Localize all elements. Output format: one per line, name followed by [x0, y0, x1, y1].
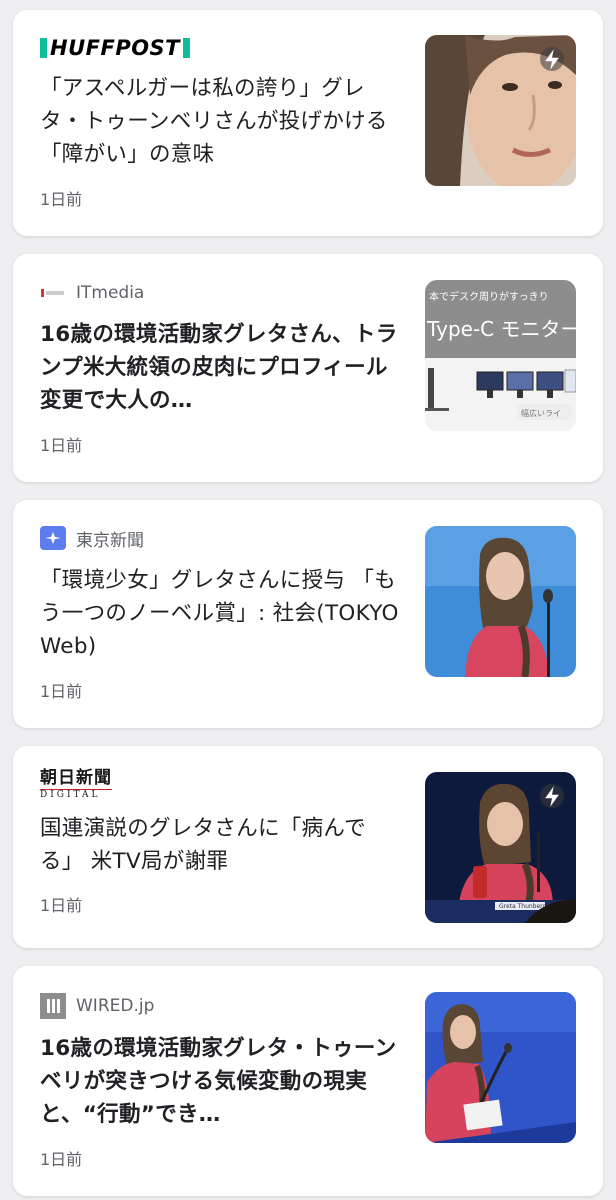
source-huffpost: HUFFPOST	[40, 34, 191, 62]
source-asahi: 朝日新聞 DIGITAL	[40, 768, 112, 802]
source-wired: WIRED.jp	[40, 992, 154, 1020]
source-name: WIRED.jp	[76, 996, 155, 1016]
article-time: 1日前	[40, 1150, 83, 1169]
article-headline[interactable]: 「アスペルガーは私の誇り」グレタ・トゥーンベリさんが投げかける「障がい」の意味	[40, 72, 400, 171]
huffpost-logo: HUFFPOST	[40, 36, 191, 60]
source-name: ITmedia	[76, 283, 145, 303]
article-thumbnail[interactable]: 本でデスク周りがすっきり Type-C モニター 幅広いライ	[425, 280, 576, 431]
tokyo-shimbun-logo	[40, 526, 66, 550]
article-card-tokyo[interactable]: 東京新聞 「環境少女」グレタさんに授与 「もう一つのノーベル賞」: 社会(TOK…	[13, 500, 603, 728]
article-headline[interactable]: 16歳の環境活動家グレタ・トゥーンベリが突きつける気候変動の現実と、“行動”でき…	[40, 1032, 400, 1131]
source-itmedia: ITmedia	[40, 279, 144, 307]
article-thumbnail[interactable]	[425, 992, 576, 1143]
article-time: 1日前	[40, 896, 83, 915]
source-tokyo: 東京新聞	[40, 524, 144, 552]
article-time: 1日前	[40, 436, 83, 455]
article-time: 1日前	[40, 682, 83, 701]
article-thumbnail[interactable]	[425, 35, 576, 186]
podium-photo-icon	[425, 992, 576, 1143]
article-headline[interactable]: 16歳の環境活動家グレタさん、トランプ米大統領の皮肉にプロフィール変更で大人の…	[40, 318, 400, 417]
speaker-photo-icon	[425, 526, 576, 677]
article-card-asahi[interactable]: 朝日新聞 DIGITAL 国連演説のグレタさんに「病んでる」 米TV局が謝罪 1…	[13, 746, 603, 948]
article-headline[interactable]: 国連演説のグレタさんに「病んでる」 米TV局が謝罪	[40, 812, 400, 878]
svg-text:Greta Thunberg: Greta Thunberg	[499, 903, 547, 910]
asahi-digital-logo: 朝日新聞 DIGITAL	[40, 770, 112, 800]
amp-icon	[540, 47, 564, 71]
source-name: 朝日新聞	[40, 768, 112, 788]
source-name: 東京新聞	[76, 530, 144, 551]
svg-text:本でデスク周りがすっきり: 本でデスク周りがすっきり	[429, 290, 549, 303]
wired-logo	[40, 993, 66, 1019]
article-card-itmedia[interactable]: ITmedia 16歳の環境活動家グレタさん、トランプ米大統領の皮肉にプロフィー…	[13, 254, 603, 482]
amp-icon	[540, 784, 564, 808]
article-thumbnail[interactable]	[425, 526, 576, 677]
article-time: 1日前	[40, 190, 83, 209]
monitor-ad-photo-icon: 本でデスク周りがすっきり Type-C モニター 幅広いライ	[425, 280, 576, 431]
source-subname: DIGITAL	[40, 789, 112, 800]
news-feed: HUFFPOST 「アスペルガーは私の誇り」グレタ・トゥーンベリさんが投げかける…	[0, 0, 616, 1200]
article-headline[interactable]: 「環境少女」グレタさんに授与 「もう一つのノーベル賞」: 社会(TOKYO We…	[40, 564, 400, 663]
article-card-wired[interactable]: WIRED.jp 16歳の環境活動家グレタ・トゥーンベリが突きつける気候変動の現…	[13, 966, 603, 1196]
article-card-huffpost[interactable]: HUFFPOST 「アスペルガーは私の誇り」グレタ・トゥーンベリさんが投げかける…	[13, 10, 603, 236]
source-name: HUFFPOST	[50, 36, 181, 60]
svg-text:幅広いライ: 幅広いライ	[521, 408, 561, 418]
itmedia-logo	[40, 287, 66, 299]
article-thumbnail[interactable]: Greta Thunberg	[425, 772, 576, 923]
svg-text:Type-C モニター: Type-C モニター	[426, 317, 576, 341]
